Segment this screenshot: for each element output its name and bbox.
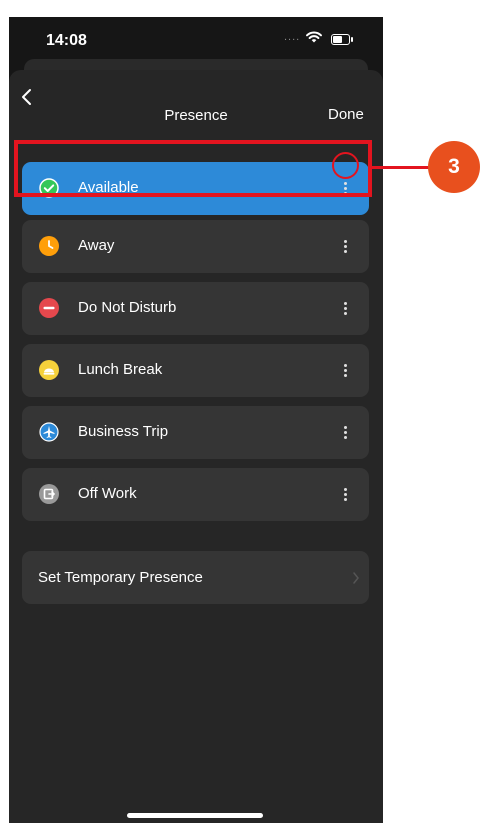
clock-icon <box>39 236 59 256</box>
step-badge: 3 <box>428 141 480 193</box>
page-title: Presence <box>164 107 228 124</box>
presence-option-label: Do Not Disturb <box>78 299 177 316</box>
presence-option-do-not-disturb[interactable]: Do Not Disturb <box>22 282 369 335</box>
presence-option-label: Business Trip <box>78 423 169 440</box>
presence-option-label: Lunch Break <box>78 361 163 378</box>
temporary-presence-label: Set Temporary Presence <box>38 569 203 586</box>
set-temporary-presence-button[interactable]: Set Temporary Presence <box>22 551 369 604</box>
done-button[interactable]: Done <box>328 106 364 123</box>
signal-icon: .... <box>284 31 301 43</box>
status-bar: 14:08 .... <box>9 17 383 65</box>
airplane-icon <box>39 422 59 442</box>
more-options-icon[interactable] <box>340 235 352 257</box>
meal-icon <box>39 360 59 380</box>
status-time: 14:08 <box>46 32 87 49</box>
callout-line <box>372 166 430 169</box>
presence-option-label: Off Work <box>78 485 137 502</box>
more-options-icon[interactable] <box>340 359 352 381</box>
presence-option-lunch-break[interactable]: Lunch Break <box>22 344 369 397</box>
presence-option-off-work[interactable]: Off Work <box>22 468 369 521</box>
highlight-circle <box>332 152 359 179</box>
highlight-box <box>14 140 372 197</box>
more-options-icon[interactable] <box>340 483 352 505</box>
home-indicator <box>127 813 263 818</box>
wifi-icon <box>306 31 322 43</box>
presence-option-away[interactable]: Away <box>22 220 369 273</box>
presence-option-label: Away <box>78 237 115 254</box>
chevron-right-icon <box>353 572 359 584</box>
minus-circle-icon <box>39 298 59 318</box>
exit-icon <box>39 484 59 504</box>
more-options-icon[interactable] <box>340 297 352 319</box>
battery-icon <box>331 34 353 45</box>
presence-option-business-trip[interactable]: Business Trip <box>22 406 369 459</box>
back-button[interactable] <box>17 85 39 109</box>
more-options-icon[interactable] <box>340 421 352 443</box>
phone-screen: 14:08 .... Presence Done Available Away … <box>9 17 383 823</box>
